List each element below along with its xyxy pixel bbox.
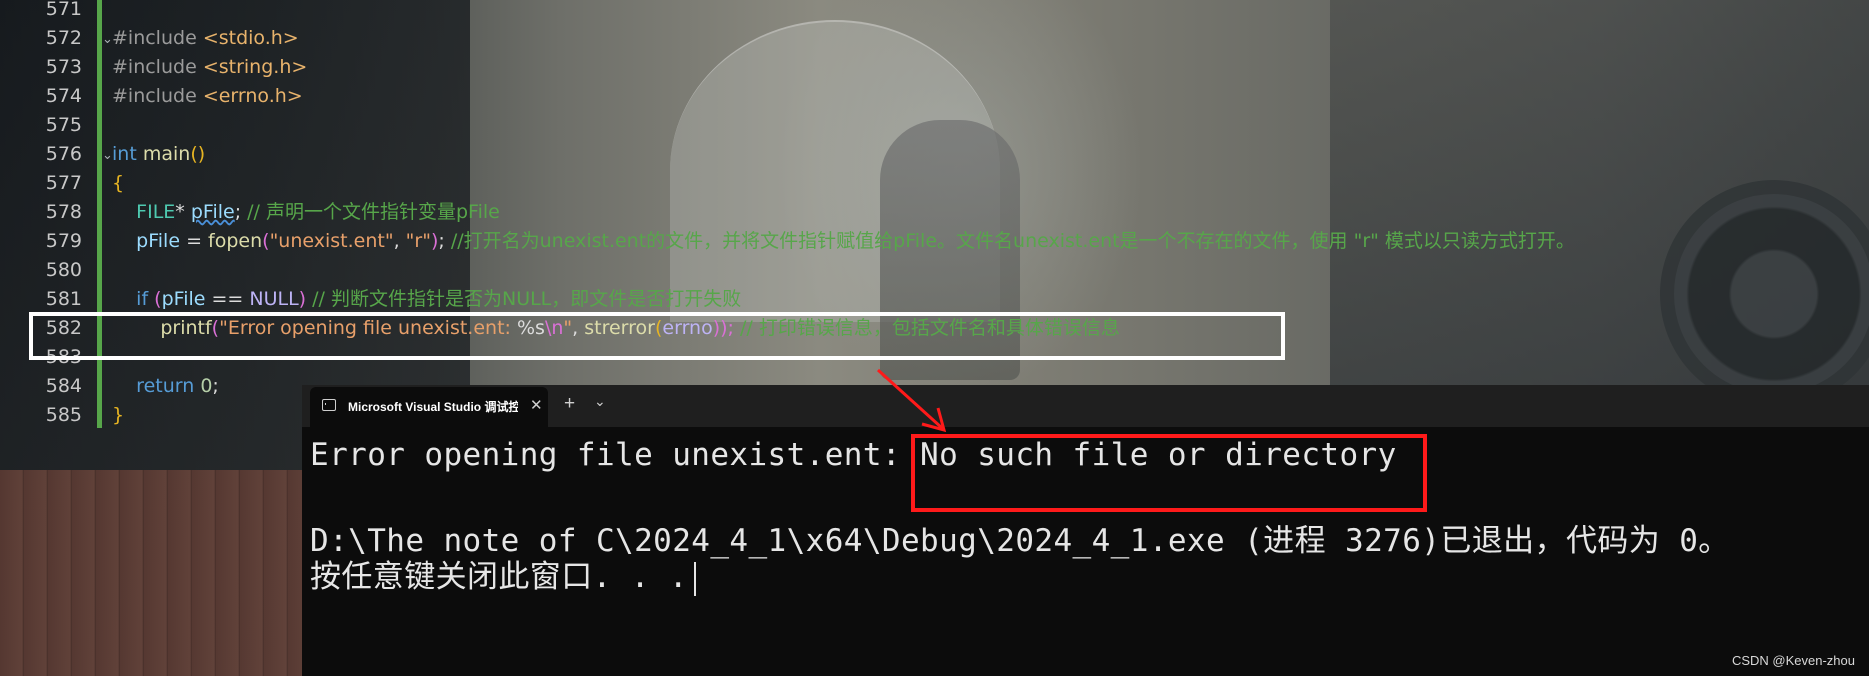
line-number: 575 (45, 114, 82, 136)
debug-console-window[interactable]: Microsoft Visual Studio 调试控制台 ✕ + ⌄ Erro… (302, 385, 1869, 676)
code-editor[interactable]: 571 572 ⌄ #include <stdio.h> 573 #includ… (0, 0, 1869, 428)
preprocessor-directive: #include (112, 27, 203, 49)
code-line[interactable]: 575 (0, 111, 1869, 140)
line-number: 577 (45, 172, 82, 194)
header-name: <string.h> (202, 56, 308, 78)
comma: , (393, 230, 406, 252)
semicolon: ; (212, 375, 219, 397)
parenthesis: ( (148, 288, 162, 310)
line-number: 571 (45, 0, 82, 20)
tab-dropdown-chevron-icon[interactable]: ⌄ (594, 393, 606, 410)
preprocessor-directive: #include (112, 85, 203, 107)
header-name: <stdio.h> (202, 27, 299, 49)
preprocessor-directive: #include (112, 56, 203, 78)
keyword: if (136, 288, 149, 310)
watermark-text: CSDN @Keven-zhou (1731, 653, 1855, 668)
code-line[interactable]: 580 (0, 256, 1869, 285)
type-name: FILE (136, 201, 176, 223)
console-icon (322, 399, 336, 411)
variable-name: pFile (190, 201, 235, 223)
comment: //打开名为unexist.ent的文件，并将文件指针赋值给pFile。文件名u… (444, 230, 1575, 252)
code-line[interactable]: 571 (0, 0, 1869, 24)
number-literal: 0 (194, 375, 213, 397)
string-literal: "unexist.ent" (269, 230, 394, 252)
keyword: return (136, 375, 195, 397)
terminal-tab-bar: Microsoft Visual Studio 调试控制台 ✕ + ⌄ (302, 385, 1869, 427)
terminal-tab-title: Microsoft Visual Studio 调试控制台 (348, 400, 518, 414)
line-number: 573 (45, 56, 82, 78)
line-number: 576 (45, 143, 82, 165)
function-name: main (142, 143, 191, 165)
parenthesis: ) (298, 288, 307, 310)
comment: // 声明一个文件指针变量pFile (241, 201, 500, 223)
macro-name: NULL (249, 288, 299, 310)
function-name: fopen (208, 230, 263, 252)
highlight-annotation-box (29, 312, 1285, 360)
string-literal: "r" (405, 230, 431, 252)
error-annotation-box (911, 434, 1427, 512)
header-name: <errno.h> (202, 85, 303, 107)
variable-name: pFile (161, 288, 206, 310)
line-number: 584 (45, 375, 82, 397)
terminal-tab[interactable]: Microsoft Visual Studio 调试控制台 ✕ (310, 387, 548, 427)
code-line[interactable]: 578 FILE* pFile; // 声明一个文件指针变量pFile (0, 198, 1869, 227)
prompt-text: 按任意键关闭此窗口. . . (310, 559, 688, 595)
line-number: 578 (45, 201, 82, 223)
parentheses: () (190, 143, 206, 165)
line-number: 585 (45, 404, 82, 426)
code-line[interactable]: 581 if (pFile == NULL) // 判断文件指针是否为NULL，… (0, 285, 1869, 314)
output-prefix: Error opening file unexist.ent: (310, 437, 921, 473)
line-number: 580 (45, 259, 82, 281)
operator: == (205, 288, 250, 310)
code-line[interactable]: 579 pFile = fopen("unexist.ent", "r"); /… (0, 227, 1869, 256)
parenthesis: ( (262, 230, 270, 252)
comment: // 判断文件指针是否为NULL，即文件是否打开失败 (306, 288, 742, 310)
annotation-arrow-icon (876, 368, 947, 433)
brace: } (112, 404, 125, 426)
pointer-star: * (175, 201, 191, 223)
keyword: int (112, 143, 137, 165)
operator: = (180, 230, 209, 252)
code-line[interactable]: 572 ⌄ #include <stdio.h> (0, 24, 1869, 53)
line-number: 581 (45, 288, 82, 310)
code-line[interactable]: 577 { (0, 169, 1869, 198)
code-line[interactable]: 576 ⌄ int main() (0, 140, 1869, 169)
line-number: 579 (45, 230, 82, 252)
close-tab-icon[interactable]: ✕ (530, 396, 543, 414)
wallpaper-roof-tiles (0, 470, 310, 676)
code-line[interactable]: 573 #include <string.h> (0, 53, 1869, 82)
line-number: 572 (45, 27, 82, 49)
code-line[interactable]: 574 #include <errno.h> (0, 82, 1869, 111)
new-tab-button[interactable]: + (564, 393, 575, 415)
console-prompt-line: 按任意键关闭此窗口. . . (310, 551, 696, 596)
text-cursor (693, 561, 696, 596)
line-number: 574 (45, 85, 82, 107)
brace: { (112, 172, 125, 194)
variable-name: pFile (136, 230, 181, 252)
